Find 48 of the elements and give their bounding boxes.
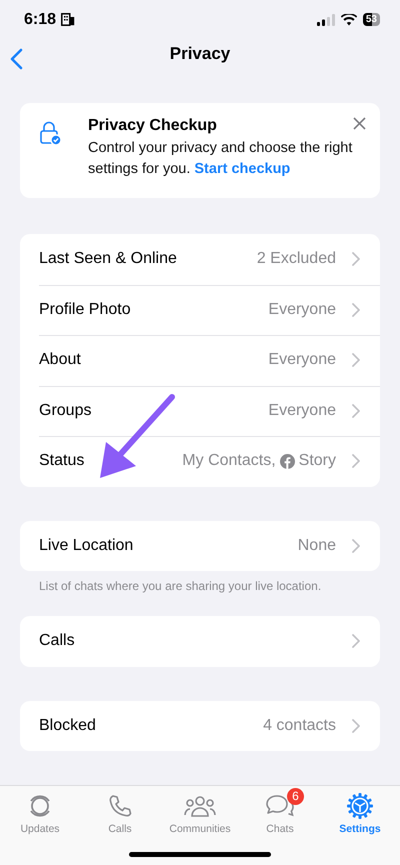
settings-row[interactable]: Blocked 4 contacts <box>20 700 380 751</box>
checkup-description: Control your privacy and choose the right settings for you. Start checkup <box>88 139 354 179</box>
wifi-icon <box>340 14 357 26</box>
row-label: Live Location <box>39 536 134 555</box>
chevron-icon <box>352 353 360 368</box>
row-value: Everyone <box>268 351 336 370</box>
settings-row[interactable]: Calls <box>20 616 380 666</box>
close-icon <box>353 117 366 130</box>
gear-icon <box>346 792 374 820</box>
checkup-title: Privacy Checkup <box>88 117 218 135</box>
row-value: My Contacts, <box>182 452 276 470</box>
chevron-icon <box>352 454 360 468</box>
signal-icon <box>316 14 335 26</box>
lock-check-icon <box>40 121 62 145</box>
chevron-icon <box>352 538 360 553</box>
row-value: 2 Excluded <box>256 250 336 268</box>
row-value: 4 contacts <box>263 716 336 735</box>
settings-row[interactable]: Live Location None <box>20 520 380 571</box>
row-value: Everyone <box>268 402 336 420</box>
settings-row[interactable]: About Everyone <box>20 335 380 386</box>
row-label: Status <box>39 452 84 470</box>
row-label: Profile Photo <box>39 300 131 319</box>
chevron-icon <box>352 302 360 317</box>
chevron-icon <box>352 718 360 733</box>
row-value: None <box>298 536 336 555</box>
row-label: Blocked <box>39 716 96 735</box>
page-title: Privacy <box>170 44 230 64</box>
row-label: Groups <box>39 402 92 420</box>
facebook-icon <box>280 454 295 469</box>
section-footer: List of chats where you are sharing your live location. <box>20 571 380 593</box>
chevron-icon <box>352 634 360 648</box>
settings-row[interactable]: Last Seen & Online 2 Excluded <box>20 234 380 284</box>
unread-badge: 6 <box>287 788 304 805</box>
row-value: Everyone <box>268 300 336 319</box>
tab[interactable]: Settings <box>322 792 398 865</box>
building-icon <box>61 13 76 26</box>
settings-row[interactable]: Status My Contacts, Story <box>20 436 380 486</box>
settings-row[interactable]: Groups Everyone <box>20 386 380 436</box>
clock-time: 6:18 <box>24 10 56 29</box>
row-label: About <box>39 351 81 370</box>
settings-row[interactable]: Profile Photo Everyone <box>20 284 380 335</box>
row-label: Last Seen & Online <box>39 250 177 268</box>
chevron-icon <box>352 252 360 266</box>
row-label: Calls <box>39 632 75 650</box>
start-checkup-link[interactable]: Start checkup <box>194 161 290 177</box>
chevron-icon <box>352 404 360 418</box>
back-chevron-icon <box>10 48 23 70</box>
row-value: Story <box>298 452 336 470</box>
